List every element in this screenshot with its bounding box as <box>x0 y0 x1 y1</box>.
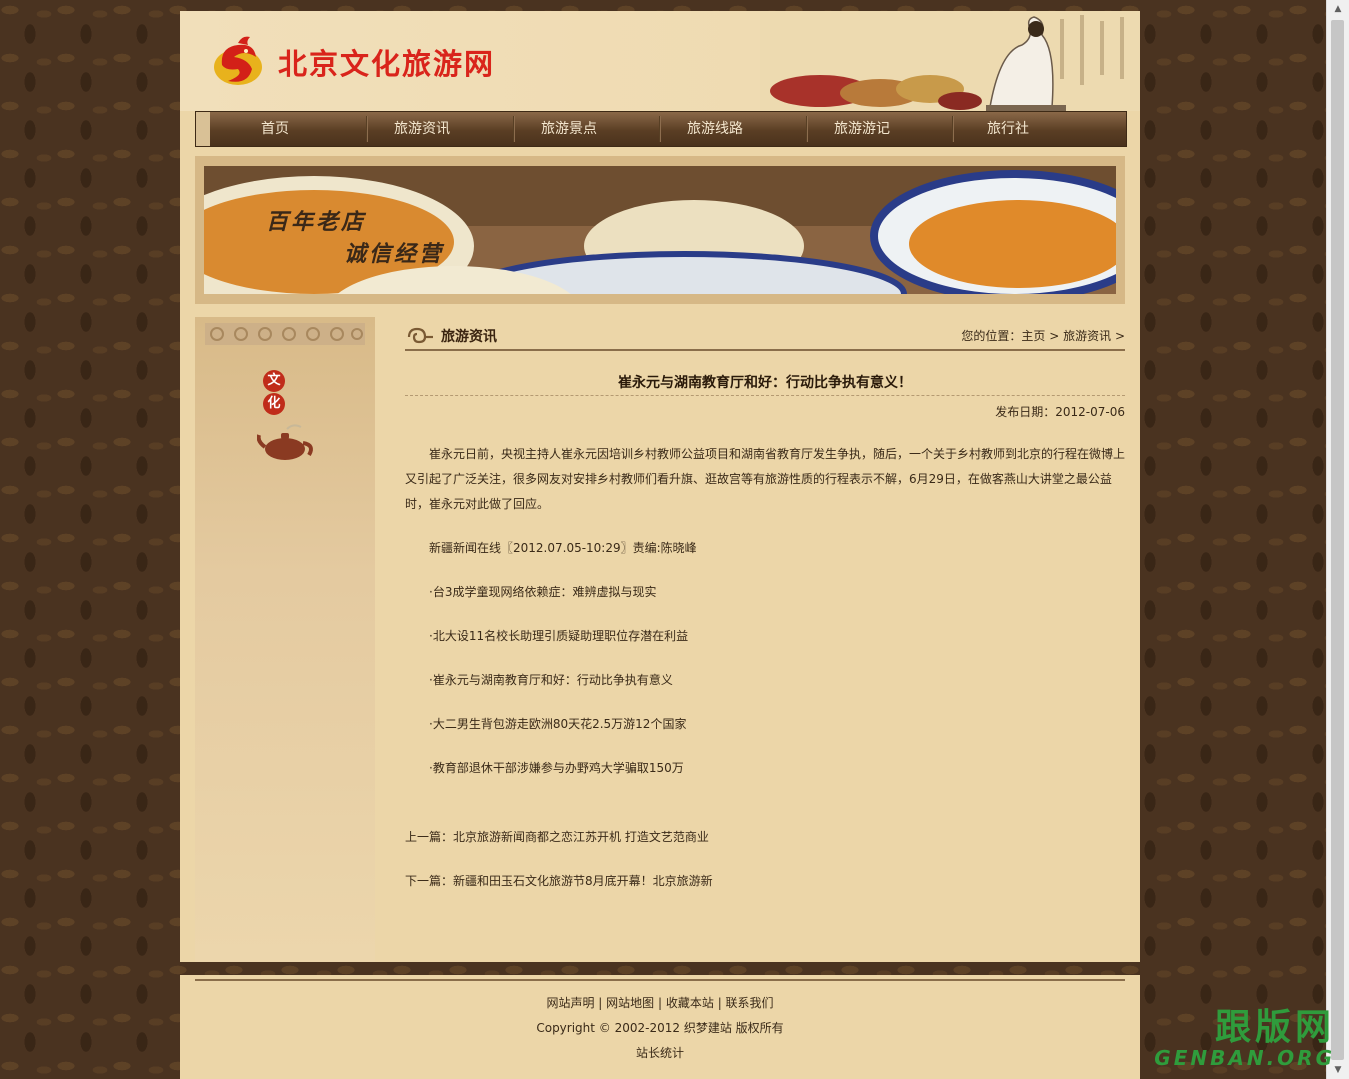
site-header: 北京文化旅游网 <box>180 11 1140 111</box>
breadcrumb-home-link[interactable]: 主页 <box>1021 329 1045 343</box>
section-title: 旅游资讯 <box>441 329 497 345</box>
scroll-up-arrow-icon[interactable]: ▲ <box>1327 0 1349 18</box>
footer-links: 网站声明 | 网站地图 | 收藏本站 | 联系我们 <box>180 994 1140 1011</box>
breadcrumb-prefix: 您的位置： <box>961 329 1022 343</box>
article-title: 崔永元与湖南教育厅和好：行动比争执有意义！ <box>618 375 912 391</box>
nav-travel-notes[interactable]: 旅游游记 <box>808 112 916 146</box>
vertical-scrollbar[interactable]: ▲ ▼ <box>1326 0 1349 1079</box>
watermark-cn: 跟版网 <box>1214 1007 1335 1048</box>
sidebar: 文 化 <box>195 317 375 962</box>
banner-frame: 百年老店 诚信经营 <box>195 156 1125 304</box>
article-paragraph: 崔永元日前，央视主持人崔永元因培训乡村教师公益项目和湖南省教育厅发生争执，随后，… <box>405 447 1126 511</box>
site-title[interactable]: 北京文化旅游网 <box>278 41 495 83</box>
title-divider <box>405 395 1125 396</box>
related-article-link[interactable]: ·台3成学童现网络依赖症：难辨虚拟与现实 <box>405 580 1149 605</box>
scholar-painting <box>760 11 1140 111</box>
banner-slogan-2: 诚信经营 <box>344 242 445 267</box>
breadcrumb-chevron-icon: > <box>1111 329 1125 343</box>
publish-date-value: 2012-07-06 <box>1055 405 1125 419</box>
nav-travel-routes[interactable]: 旅游线路 <box>661 112 769 146</box>
breadcrumb: 您的位置：主页 > 旅游资讯 > <box>961 327 1125 344</box>
next-label: 下一篇： <box>405 874 454 888</box>
page-container: 北京文化旅游网 首页 旅游资讯 旅游景点 旅游线路 旅游游记 旅行社 百年老店 … <box>180 11 1140 962</box>
tea-banner: 百年老店 诚信经营 <box>204 166 1116 294</box>
publish-date-label: 发布日期： <box>995 405 1056 419</box>
publish-date: 发布日期：2012-07-06 <box>995 403 1125 420</box>
footer-link-bookmark[interactable]: 收藏本站 <box>666 996 714 1010</box>
site-footer: 网站声明 | 网站地图 | 收藏本站 | 联系我们 Copyright © 20… <box>180 975 1140 1079</box>
article-source: 新疆新闻在线〖2012.07.05-10:29〗责编:陈晓峰 <box>429 541 697 555</box>
banner-slogan-1: 百年老店 <box>266 210 367 235</box>
nav-scenic-spots[interactable]: 旅游景点 <box>515 112 623 146</box>
next-article: 下一篇：新疆和田玉石文化旅游节8月底开幕！北京旅游新 <box>405 869 1125 894</box>
culture-char-2: 化 <box>263 393 285 415</box>
prev-article: 上一篇：北京旅游新闻商都之恋江苏开机 打造文艺范商业 <box>405 825 1125 850</box>
footer-separator: | <box>717 996 726 1010</box>
nav-home[interactable]: 首页 <box>220 112 330 146</box>
footer-link-contact[interactable]: 联系我们 <box>726 996 774 1010</box>
footer-divider <box>195 979 1125 981</box>
footer-separator: | <box>598 996 607 1010</box>
related-article-link[interactable]: ·崔永元与湖南教育厅和好：行动比争执有意义 <box>405 668 1149 693</box>
footer-separator: | <box>657 996 666 1010</box>
related-article-link[interactable]: ·北大设11名校长助理引质疑助理职位存潜在利益 <box>405 624 1149 649</box>
breadcrumb-current-link[interactable]: 旅游资讯 <box>1063 329 1111 343</box>
content-area: 旅游资讯 您的位置：主页 > 旅游资讯 > 崔永元与湖南教育厅和好：行动比争执有… <box>405 317 1125 962</box>
cloud-swirl-icon <box>407 327 433 344</box>
breadcrumb-chevron-icon: > <box>1045 329 1064 343</box>
footer-link-statement[interactable]: 网站声明 <box>546 996 594 1010</box>
scrollbar-thumb[interactable] <box>1331 20 1344 1060</box>
dragon-logo-icon[interactable] <box>208 31 268 91</box>
footer-link-sitemap[interactable]: 网站地图 <box>606 996 654 1010</box>
footer-copyright: Copyright © 2002-2012 织梦建站 版权所有 <box>536 1021 784 1035</box>
footer-stats-link[interactable]: 站长统计 <box>180 1044 1140 1061</box>
nav-travel-agency[interactable]: 旅行社 <box>954 112 1062 146</box>
watermark-en: GENBAN.ORG <box>1154 1046 1335 1070</box>
genban-watermark: 跟版网 GENBAN.ORG <box>1115 1009 1335 1071</box>
prev-label: 上一篇： <box>405 830 454 844</box>
sidebar-cloud-ornament-icon <box>205 323 365 345</box>
related-article-link[interactable]: ·大二男生背包游走欧洲80天花2.5万游12个国家 <box>405 712 1149 737</box>
nav-travel-news[interactable]: 旅游资讯 <box>368 112 476 146</box>
culture-char-1: 文 <box>263 370 285 392</box>
main-nav: 首页 旅游资讯 旅游景点 旅游线路 旅游游记 旅行社 <box>195 111 1127 147</box>
prev-article-link[interactable]: 北京旅游新闻商都之恋江苏开机 打造文艺范商业 <box>453 830 709 844</box>
teapot-icon <box>257 424 313 460</box>
next-article-link[interactable]: 新疆和田玉石文化旅游节8月底开幕！北京旅游新 <box>453 874 713 888</box>
related-article-link[interactable]: ·教育部退休干部涉嫌参与办野鸡大学骗取150万 <box>405 756 1149 781</box>
section-header: 旅游资讯 您的位置：主页 > 旅游资讯 > <box>405 323 1125 351</box>
nav-corner-ornament <box>196 112 210 146</box>
